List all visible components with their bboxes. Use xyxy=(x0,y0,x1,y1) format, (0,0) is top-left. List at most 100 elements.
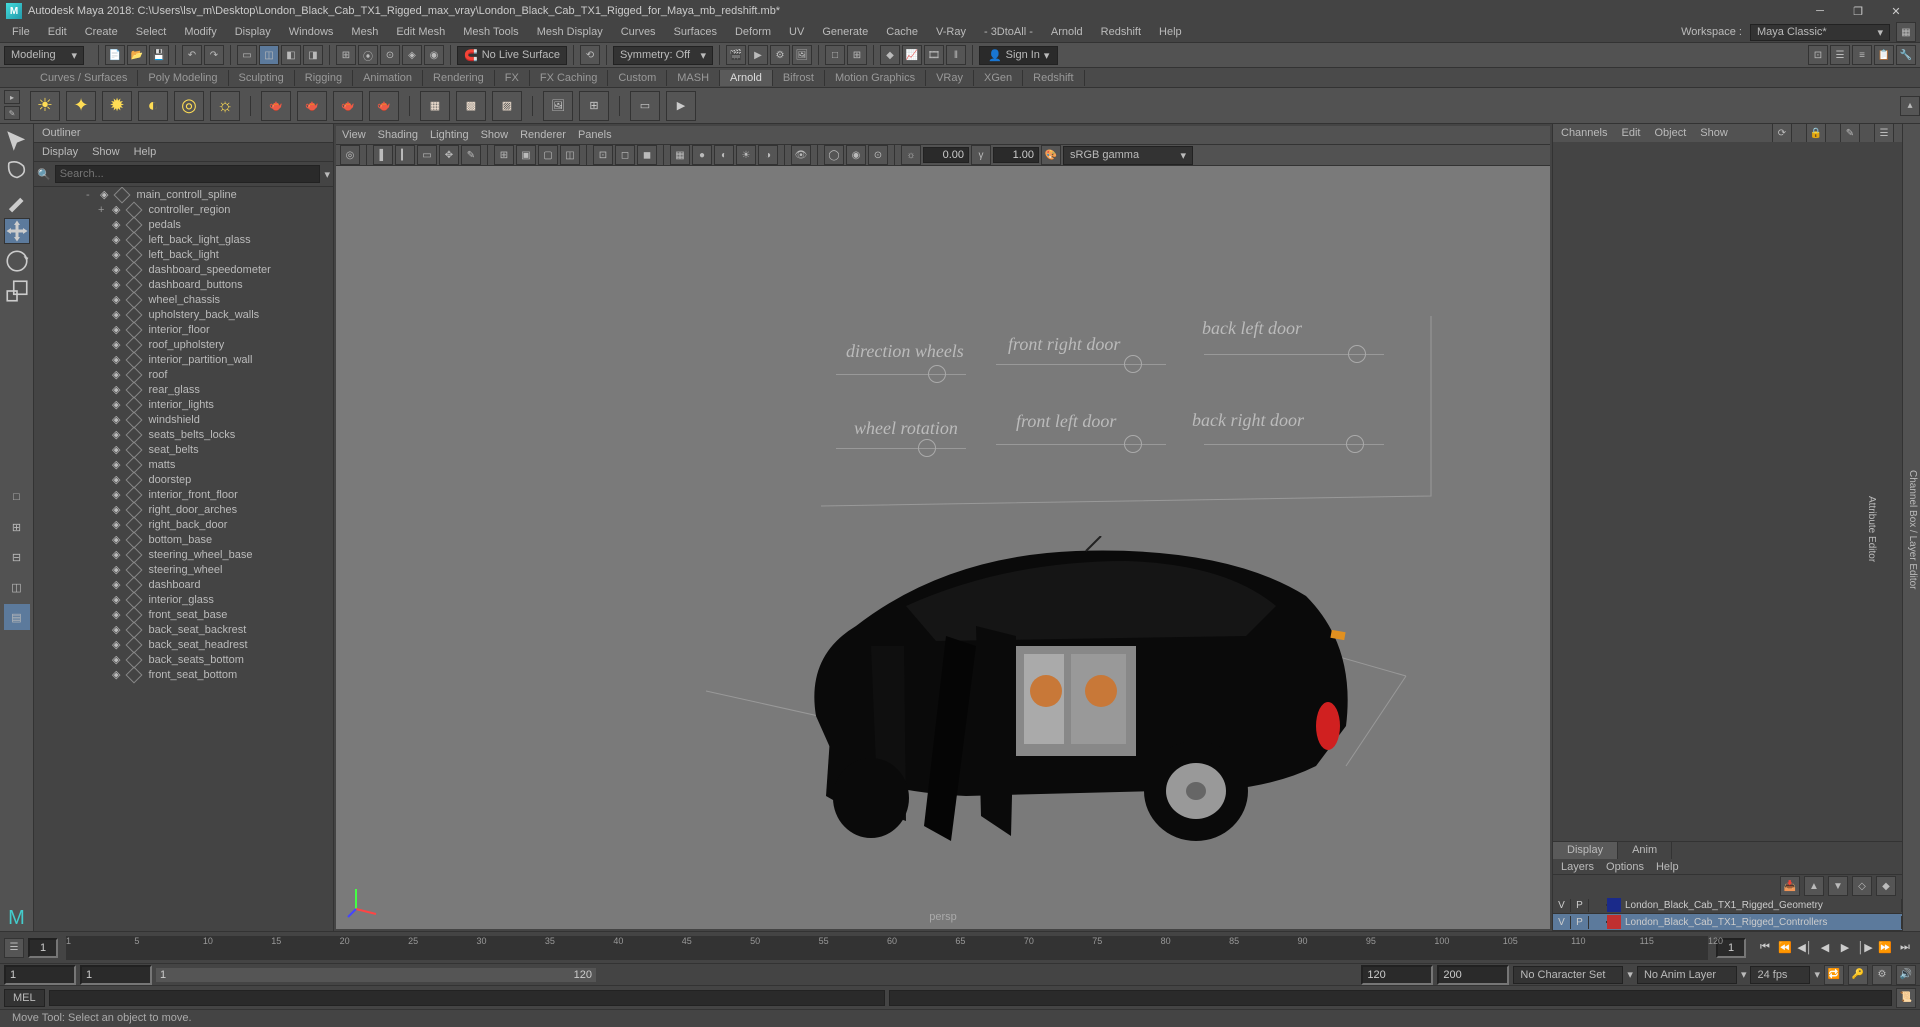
range-end-inner[interactable] xyxy=(1361,965,1433,985)
render-sequence-icon[interactable]: ⊞ xyxy=(579,91,609,121)
modeling-toolkit-icon[interactable]: 🔧 xyxy=(1896,45,1916,65)
vp-safe-title-icon[interactable]: ◼ xyxy=(637,145,657,165)
outliner-item-pedals[interactable]: ◈pedals xyxy=(42,217,333,232)
rotate-tool-icon[interactable] xyxy=(4,248,30,274)
viewport-menu-panels[interactable]: Panels xyxy=(578,129,612,141)
outliner-item-back_seat_headrest[interactable]: ◈back_seat_headrest xyxy=(42,637,333,652)
menu-cache[interactable]: Cache xyxy=(878,24,926,40)
outliner-item-bottom_base[interactable]: ◈bottom_base xyxy=(42,532,333,547)
go-start-icon[interactable]: ⏮ xyxy=(1756,939,1774,957)
channelbox-toggle-icon[interactable]: ☰ xyxy=(1830,45,1850,65)
vp-textured-icon[interactable]: ◐ xyxy=(714,145,734,165)
cb-edit-icon[interactable]: ✎ xyxy=(1840,123,1860,143)
viewport-menu-lighting[interactable]: Lighting xyxy=(430,129,469,141)
render-settings-icon[interactable]: ⚙ xyxy=(770,45,790,65)
menu-surfaces[interactable]: Surfaces xyxy=(666,24,725,40)
vp-bookmark2-icon[interactable]: ▎ xyxy=(395,145,415,165)
vp-smooth-shade-icon[interactable]: ● xyxy=(692,145,712,165)
outliner-item-interior_lights[interactable]: ◈interior_lights xyxy=(42,397,333,412)
snap-view-icon[interactable]: ◉ xyxy=(424,45,444,65)
layer-menu-layers[interactable]: Layers xyxy=(1561,861,1594,873)
outliner-item-controller_region[interactable]: +◈controller_region xyxy=(42,202,333,217)
layout-outliner-icon[interactable]: ▤ xyxy=(4,604,30,630)
select-mode-icon[interactable]: ▭ xyxy=(237,45,257,65)
attribute-toggle-icon[interactable]: 📋 xyxy=(1874,45,1894,65)
teapot-4-icon[interactable]: 🫖 xyxy=(369,91,399,121)
outliner-item-interior_glass[interactable]: ◈interior_glass xyxy=(42,592,333,607)
range-start-outer[interactable] xyxy=(4,965,76,985)
outliner-item-dashboard_speedometer[interactable]: ◈dashboard_speedometer xyxy=(42,262,333,277)
outliner-item-seat_belts[interactable]: ◈seat_belts xyxy=(42,442,333,457)
menu-file[interactable]: File xyxy=(4,24,38,40)
outliner-item-right_back_door[interactable]: ◈right_back_door xyxy=(42,517,333,532)
menu--3dtoall-[interactable]: - 3DtoAll - xyxy=(976,24,1041,40)
layer-new-empty-icon[interactable]: ◇ xyxy=(1852,876,1872,896)
cb-lock-icon[interactable]: 🔒 xyxy=(1806,123,1826,143)
outliner-menu-help[interactable]: Help xyxy=(134,146,157,158)
control-slider-1[interactable] xyxy=(836,448,966,449)
paint-select-icon[interactable] xyxy=(4,188,30,214)
vp-xray-components-icon[interactable]: ⊙ xyxy=(868,145,888,165)
scale-tool-icon[interactable] xyxy=(4,278,30,304)
snap-curve-icon[interactable]: ⦿ xyxy=(358,45,378,65)
layer-row-London_Black_Cab_TX1_Rigged_Geometry[interactable]: VPLondon_Black_Cab_TX1_Rigged_Geometry xyxy=(1553,897,1902,914)
shelftab-rigging[interactable]: Rigging xyxy=(295,70,353,86)
new-scene-icon[interactable]: 📄 xyxy=(105,45,125,65)
layer-menu-options[interactable]: Options xyxy=(1606,861,1644,873)
vp-film-gate-icon[interactable]: ▣ xyxy=(516,145,536,165)
shelftab-mash[interactable]: MASH xyxy=(667,70,720,86)
menu-modify[interactable]: Modify xyxy=(176,24,224,40)
outliner-item-left_back_light[interactable]: ◈left_back_light xyxy=(42,247,333,262)
step-back-key-icon[interactable]: ⏪ xyxy=(1776,939,1794,957)
pause-icon[interactable]: ‖ xyxy=(946,45,966,65)
vp-image-plane-icon[interactable]: ▭ xyxy=(417,145,437,165)
open-scene-icon[interactable]: 📂 xyxy=(127,45,147,65)
menu-create[interactable]: Create xyxy=(77,24,126,40)
cb-sync-icon[interactable]: ⟳ xyxy=(1772,123,1792,143)
layer-move-up-icon[interactable]: ▲ xyxy=(1804,876,1824,896)
shelftab-fx-caching[interactable]: FX Caching xyxy=(530,70,608,86)
workspace-selector[interactable]: Maya Classic*▾ xyxy=(1750,24,1890,41)
minimize-button[interactable]: ─ xyxy=(1808,5,1832,18)
vp-exposure-input[interactable] xyxy=(923,147,969,163)
cb-menu-object[interactable]: Object xyxy=(1654,127,1686,139)
lasso-tool-icon[interactable] xyxy=(4,158,30,184)
character-set-selector[interactable]: No Character Set xyxy=(1513,966,1623,984)
current-frame-start[interactable] xyxy=(28,938,58,958)
undo-icon[interactable]: ↶ xyxy=(182,45,202,65)
render-view-icon[interactable]: 🖼 xyxy=(792,45,812,65)
shelftab-poly-modeling[interactable]: Poly Modeling xyxy=(138,70,228,86)
shelf-edit-icon[interactable]: ✎ xyxy=(4,106,20,120)
play-back-icon[interactable]: ◀ xyxy=(1816,939,1834,957)
vp-gamma-icon[interactable]: γ xyxy=(971,145,991,165)
snap-plane-icon[interactable]: ◈ xyxy=(402,45,422,65)
range-end-outer[interactable] xyxy=(1437,965,1509,985)
layer-row-London_Black_Cab_TX1_Rigged_Controllers[interactable]: VPLondon_Black_Cab_TX1_Rigged_Controller… xyxy=(1553,914,1902,931)
control-slider-0[interactable] xyxy=(836,374,966,375)
outliner-item-roof_upholstery[interactable]: ◈roof_upholstery xyxy=(42,337,333,352)
layout-single-icon[interactable]: □ xyxy=(4,484,30,510)
shelftab-xgen[interactable]: XGen xyxy=(974,70,1023,86)
shelftab-fx[interactable]: FX xyxy=(495,70,530,86)
range-start-inner[interactable] xyxy=(80,965,152,985)
menu-select[interactable]: Select xyxy=(128,24,175,40)
arnold-ipr-icon[interactable]: ▶ xyxy=(666,91,696,121)
select-object-icon[interactable]: ◧ xyxy=(281,45,301,65)
outliner-item-front_seat_base[interactable]: ◈front_seat_base xyxy=(42,607,333,622)
snap-grid-icon[interactable]: ⊞ xyxy=(336,45,356,65)
vp-select-camera-icon[interactable]: ◎ xyxy=(340,145,360,165)
menu-curves[interactable]: Curves xyxy=(613,24,664,40)
photometric-light-icon[interactable]: ✹ xyxy=(102,91,132,121)
maximize-button[interactable]: ❐ xyxy=(1846,5,1870,18)
outliner-item-steering_wheel[interactable]: ◈steering_wheel xyxy=(42,562,333,577)
fps-selector[interactable]: 24 fps xyxy=(1750,966,1810,984)
shelftab-custom[interactable]: Custom xyxy=(608,70,667,86)
vp-resolution-gate-icon[interactable]: ▢ xyxy=(538,145,558,165)
shelftab-rendering[interactable]: Rendering xyxy=(423,70,495,86)
light-portal-icon[interactable]: ◎ xyxy=(174,91,204,121)
viewport-menu-show[interactable]: Show xyxy=(481,129,509,141)
cb-menu-channels[interactable]: Channels xyxy=(1561,127,1607,139)
outliner-item-left_back_light_glass[interactable]: ◈left_back_light_glass xyxy=(42,232,333,247)
menu-deform[interactable]: Deform xyxy=(727,24,779,40)
shelftab-bifrost[interactable]: Bifrost xyxy=(773,70,825,86)
